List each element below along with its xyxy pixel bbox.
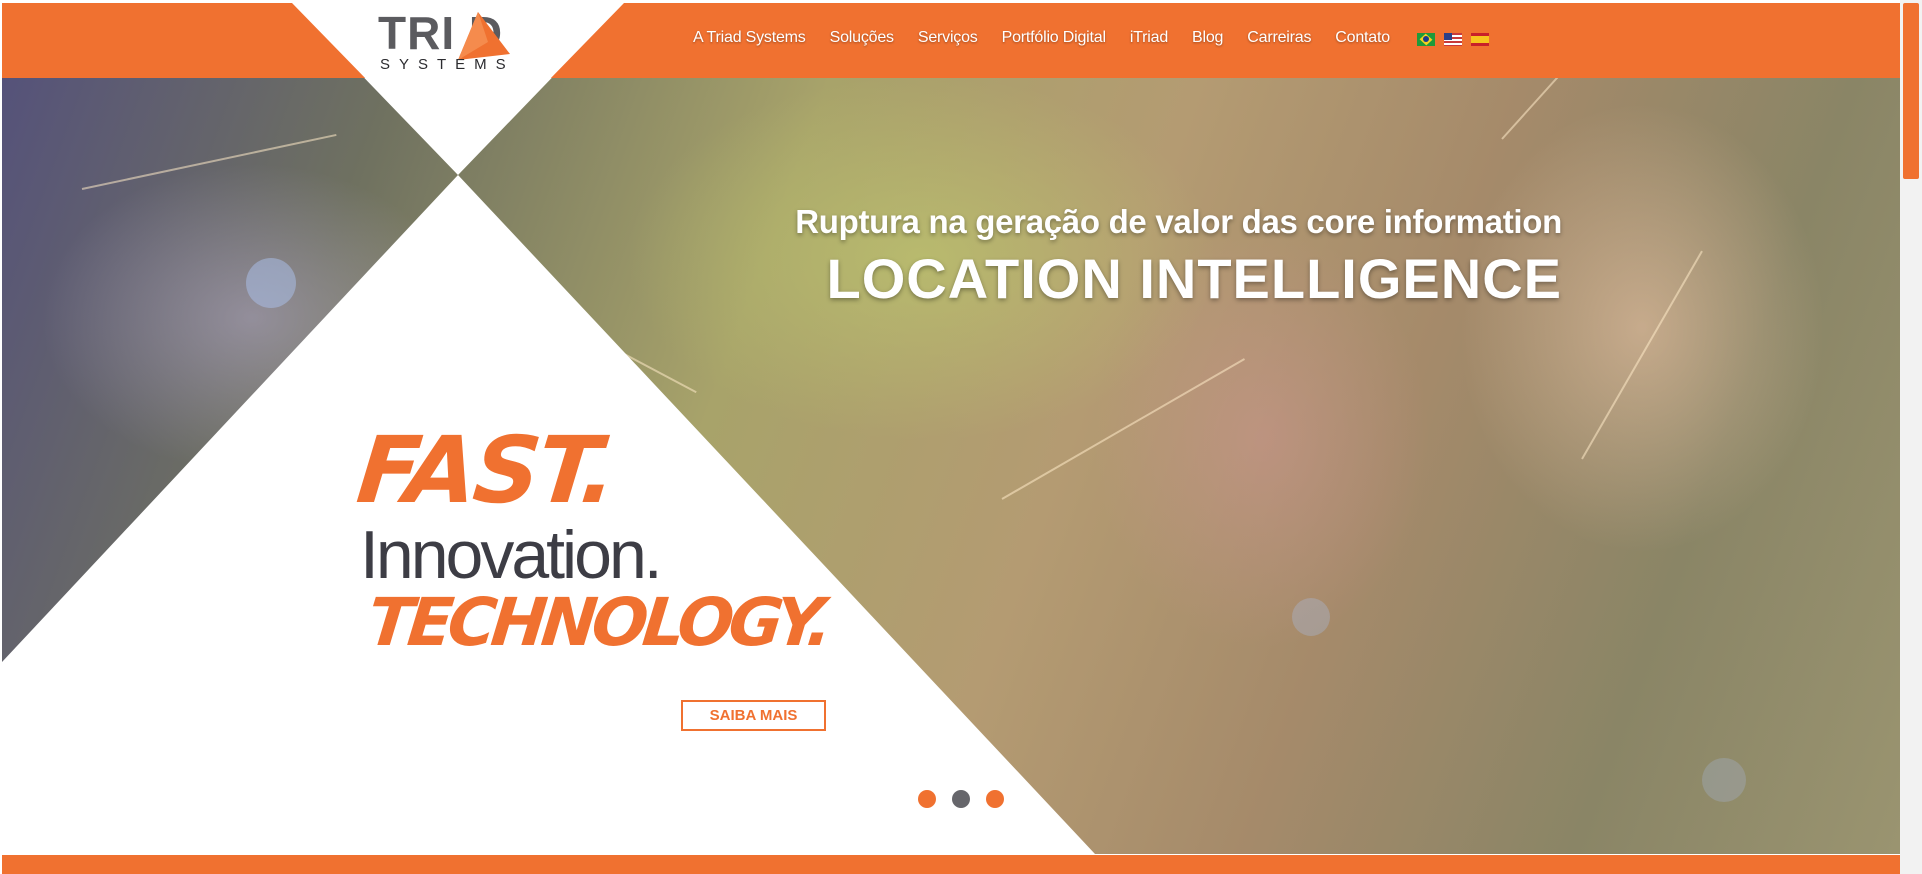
nav-item-carreiras[interactable]: Carreiras: [1247, 29, 1311, 47]
nav-item-servicos[interactable]: Serviços: [918, 29, 978, 47]
tagline-fast: FAST.: [352, 417, 620, 524]
page-scrollbar-thumb[interactable]: [1903, 3, 1919, 179]
usa-flag-icon[interactable]: [1444, 33, 1462, 46]
spain-flag-icon[interactable]: [1471, 33, 1489, 46]
white-triangle-panels: [2, 3, 1095, 854]
hero-subtitle: Ruptura na geração de valor das core inf…: [795, 203, 1562, 240]
carousel-dot-1[interactable]: [918, 790, 936, 808]
nav-item-itriad[interactable]: iTriad: [1130, 29, 1168, 47]
brazil-flag-icon[interactable]: [1417, 33, 1435, 46]
nav-item-blog[interactable]: Blog: [1192, 29, 1223, 47]
carousel-pagination: [918, 790, 1004, 808]
tagline-technology: TECHNOLOGY.: [364, 584, 832, 661]
hero-title: LOCATION INTELLIGENCE: [826, 247, 1562, 310]
saiba-mais-button[interactable]: SAIBA MAIS: [681, 700, 826, 731]
carousel-dot-3[interactable]: [986, 790, 1004, 808]
nav-item-a-triad-systems[interactable]: A Triad Systems: [693, 29, 806, 47]
triad-triangle-logo-icon: [458, 12, 510, 60]
language-selector: [1417, 33, 1489, 46]
bottom-accent-bar: [2, 855, 1900, 874]
tagline-innovation: Innovation.: [360, 517, 663, 593]
nav-item-contato[interactable]: Contato: [1335, 29, 1390, 47]
main-nav: A Triad Systems Soluções Serviços Portfó…: [693, 26, 1414, 50]
logo-subtitle: SYSTEMS: [380, 56, 515, 73]
carousel-dot-2[interactable]: [952, 790, 970, 808]
nav-item-portfolio-digital[interactable]: Portfólio Digital: [1002, 29, 1106, 47]
triad-systems-logo[interactable]: TRI D SYSTEMS: [378, 10, 538, 76]
nav-item-solucoes[interactable]: Soluções: [830, 29, 894, 47]
